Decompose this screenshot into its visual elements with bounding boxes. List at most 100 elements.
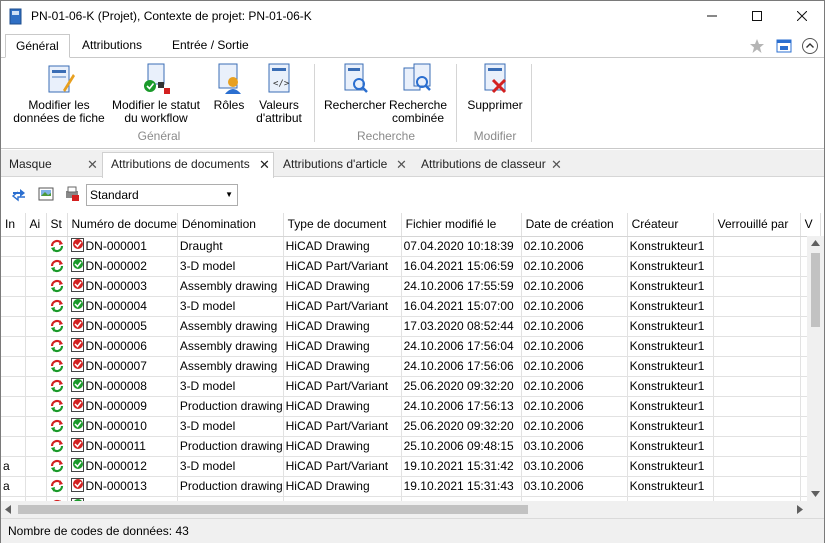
attribute-values-button[interactable]: </> Valeurs d'attribut xyxy=(251,62,307,125)
tab-general[interactable]: Général xyxy=(5,34,70,58)
column-header[interactable]: Créateur xyxy=(627,213,714,237)
horizontal-scrollbar[interactable] xyxy=(1,501,807,518)
column-header[interactable]: In xyxy=(1,213,26,237)
cell-modified: 16.04.2021 15:07:00 xyxy=(401,296,522,317)
cell-in: a xyxy=(1,476,26,497)
table-row[interactable]: a DN-000012 3-D model HiCAD Part/Variant 19.… xyxy=(1,456,821,477)
tab-label: Attributions de documents xyxy=(111,157,250,171)
scroll-right-icon[interactable] xyxy=(797,505,803,514)
tab-input-output[interactable]: Entrée / Sortie xyxy=(162,34,259,58)
cell-number: DN-000009 xyxy=(67,396,178,417)
cell-number: DN-000008 xyxy=(67,376,178,397)
close-tab-icon[interactable]: ✕ xyxy=(551,153,562,176)
refresh-icon[interactable] xyxy=(11,186,27,202)
cell-creator: Konstrukteur1 xyxy=(627,236,714,257)
cell-creator: Konstrukteur1 xyxy=(627,356,714,377)
cell-name: Assembly drawing xyxy=(177,276,284,297)
cell-number: DN-000002 xyxy=(67,256,178,277)
cell-created: 02.10.2006 xyxy=(521,276,628,297)
horizontal-scroll-thumb[interactable] xyxy=(18,505,528,514)
column-header[interactable]: Fichier modifié le xyxy=(401,213,522,237)
vertical-scroll-thumb[interactable] xyxy=(811,253,820,327)
cell-created: 03.10.2006 xyxy=(521,456,628,477)
cell-creator: Konstrukteur1 xyxy=(627,416,714,437)
column-header[interactable]: Type de document xyxy=(283,213,402,237)
svg-text:</>: </> xyxy=(273,79,290,89)
minimize-button[interactable] xyxy=(689,1,735,32)
cell-type: HiCAD Drawing xyxy=(283,436,402,457)
table-row[interactable]: DN-000006 Assembly drawing HiCAD Drawing 24… xyxy=(1,336,821,357)
cell-number: DN-000012 xyxy=(67,456,178,477)
star-icon[interactable] xyxy=(749,38,765,54)
cell-locked xyxy=(713,336,801,357)
column-header[interactable]: Verrouillé par xyxy=(713,213,801,237)
tab-document-attributions[interactable]: Attributions de documents ✕ xyxy=(102,152,274,178)
tab-label: Attributions xyxy=(82,38,143,52)
print-delete-icon[interactable] xyxy=(64,186,80,202)
edit-workflow-status-button[interactable]: Modifier le statut du workflow xyxy=(109,62,203,125)
table-row[interactable]: DN-000009 Production drawing HiCAD Drawing… xyxy=(1,396,821,417)
cell-type: HiCAD Drawing xyxy=(283,236,402,257)
document-number: DN-000003 xyxy=(85,279,147,293)
record-count-label: Nombre de codes de données: 43 xyxy=(8,524,189,538)
column-header[interactable]: St xyxy=(46,213,68,237)
table-row[interactable]: a DN-000013 Production drawing HiCAD Drawin… xyxy=(1,476,821,497)
close-window-button[interactable] xyxy=(779,1,825,32)
cell-name: 3-D model xyxy=(177,416,284,437)
tab-article-attributions[interactable]: Attributions d'article ✕ xyxy=(275,153,412,177)
vertical-scrollbar[interactable] xyxy=(807,236,824,501)
cell-type: HiCAD Drawing xyxy=(283,476,402,497)
workflow-status-icon xyxy=(46,416,68,437)
button-label-1: Modifier le statut xyxy=(111,98,201,112)
column-header[interactable]: V xyxy=(800,213,821,237)
scroll-down-icon[interactable] xyxy=(811,491,820,497)
combined-search-button[interactable]: Recherche combinée xyxy=(387,62,449,125)
document-number: DN-000004 xyxy=(85,299,147,313)
cell-in xyxy=(1,316,26,337)
button-label-1: Rechercher xyxy=(323,98,387,112)
close-tab-icon[interactable]: ✕ xyxy=(259,153,270,176)
scroll-up-icon[interactable] xyxy=(811,240,820,246)
cell-type: HiCAD Part/Variant xyxy=(283,376,402,397)
delete-icon xyxy=(484,63,507,94)
tab-attributions[interactable]: Attributions xyxy=(72,34,152,58)
table-row[interactable]: DN-000007 Assembly drawing HiCAD Drawing 24… xyxy=(1,356,821,377)
table-row[interactable]: DN-000003 Assembly drawing HiCAD Drawing 24… xyxy=(1,276,821,297)
table-row[interactable]: DN-000011 Production drawing HiCAD Drawing… xyxy=(1,436,821,457)
column-header[interactable]: Numéro de docume xyxy=(67,213,178,237)
ribbon-tab-bar: Général Attributions Entrée / Sortie xyxy=(1,32,824,58)
window-layout-icon[interactable] xyxy=(776,38,792,54)
column-header[interactable]: Date de création xyxy=(521,213,628,237)
maximize-button[interactable] xyxy=(734,1,780,32)
table-row[interactable]: DN-000004 3-D model HiCAD Part/Variant 16.0… xyxy=(1,296,821,317)
close-tab-icon[interactable]: ✕ xyxy=(396,153,407,176)
close-icon xyxy=(796,10,808,22)
edit-sheet-icon xyxy=(48,65,75,93)
ribbon-panel: Modifier les données de fiche Modifier l… xyxy=(1,57,824,149)
table-row[interactable]: DN-000002 3-D model HiCAD Part/Variant 16.0… xyxy=(1,256,821,277)
column-header[interactable]: Ai xyxy=(25,213,47,237)
column-header[interactable]: Dénomination xyxy=(177,213,284,237)
cell-name: Production drawing xyxy=(177,396,284,417)
document-tab-bar: Masque ✕ Attributions de documents ✕ Att… xyxy=(1,150,824,178)
table-row[interactable]: DN-000010 3-D model HiCAD Part/Variant 25.0… xyxy=(1,416,821,437)
cell-creator: Konstrukteur1 xyxy=(627,256,714,277)
cell-locked xyxy=(713,436,801,457)
close-tab-icon[interactable]: ✕ xyxy=(87,153,98,176)
view-select[interactable]: Standard ▼ xyxy=(86,184,238,206)
search-button[interactable]: Rechercher xyxy=(323,62,387,112)
table-row[interactable]: DN-000001 Draught HiCAD Drawing 07.04.2020 … xyxy=(1,236,821,257)
button-label-1: Rôles xyxy=(213,98,245,112)
tab-binder-attributions[interactable]: Attributions de classeur ✕ xyxy=(413,153,567,177)
delete-button[interactable]: Supprimer xyxy=(463,62,527,112)
cell-locked xyxy=(713,376,801,397)
cell-modified: 25.10.2006 09:48:15 xyxy=(401,436,522,457)
table-row[interactable]: DN-000005 Assembly drawing HiCAD Drawing 17… xyxy=(1,316,821,337)
tab-mask[interactable]: Masque ✕ xyxy=(1,153,101,177)
roles-button[interactable]: Rôles xyxy=(208,62,250,112)
table-row[interactable]: DN-000008 3-D model HiCAD Part/Variant 25.0… xyxy=(1,376,821,397)
image-view-icon[interactable] xyxy=(38,186,54,202)
scroll-left-icon[interactable] xyxy=(5,505,11,514)
edit-sheet-data-button[interactable]: Modifier les données de fiche xyxy=(9,62,109,125)
collapse-ribbon-icon[interactable] xyxy=(801,37,819,55)
